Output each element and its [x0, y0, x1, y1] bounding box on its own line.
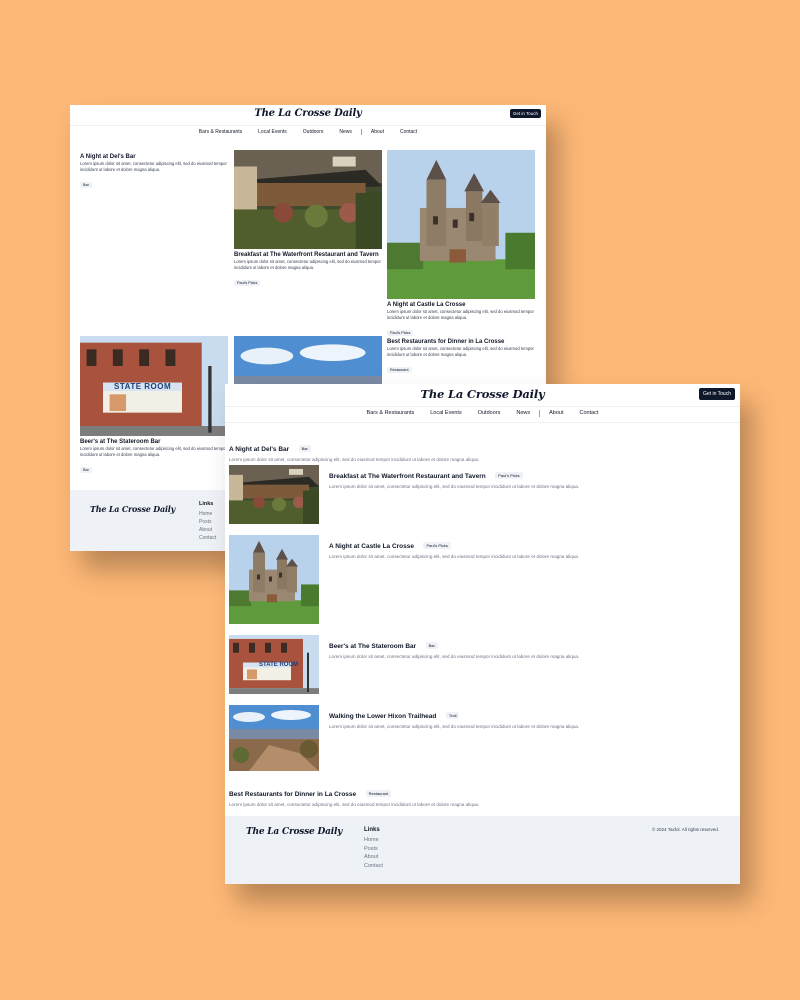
- footer-link-home[interactable]: Home: [364, 836, 383, 845]
- post-tag[interactable]: Restaurant: [387, 367, 412, 373]
- post-title[interactable]: Beer's at The Stateroom Bar: [329, 643, 416, 650]
- post-tag[interactable]: Bar: [80, 182, 92, 188]
- nav-local-events[interactable]: Local Events: [430, 410, 462, 416]
- footer-links-heading: Links: [199, 501, 214, 507]
- post-card-best-restaurants[interactable]: Best Restaurants for Dinner in La Crosse…: [387, 336, 535, 376]
- post-title[interactable]: A Night at Del's Bar: [80, 153, 228, 161]
- site-header: The La Crosse Daily Get in Touch: [225, 384, 740, 407]
- nav-bars-restaurants[interactable]: Bars & Restaurants: [367, 410, 415, 416]
- footer-link-contact[interactable]: Contact: [364, 862, 383, 871]
- nav-outdoors[interactable]: Outdoors: [303, 129, 324, 135]
- stateroom-photo[interactable]: STATE ROOM: [229, 635, 319, 694]
- castle-photo[interactable]: [387, 150, 535, 299]
- footer-links: Links Home Posts About Contact: [364, 827, 383, 870]
- site-logo[interactable]: The La Crosse Daily: [421, 387, 545, 401]
- nav-divider: [539, 409, 541, 417]
- post-excerpt: Lorem ipsum dolor sit amet, consectetur …: [329, 484, 580, 489]
- footer-link-contact[interactable]: Contact: [199, 534, 216, 542]
- footer-links-heading: Links: [364, 827, 380, 833]
- copyright-text: © 2024 Taxfol. All rights reserved.: [651, 827, 719, 832]
- footer-logo[interactable]: The La Crosse Daily: [246, 827, 342, 837]
- post-excerpt: Lorem ipsum dolor sit amet, consectetur …: [229, 457, 480, 462]
- post-card-castle[interactable]: A Night at Castle La Crosse Lorem ipsum …: [387, 150, 535, 339]
- post-tag[interactable]: Bar: [80, 467, 92, 473]
- nav-news[interactable]: News: [516, 410, 530, 416]
- footer-link-posts[interactable]: Posts: [364, 845, 383, 854]
- post-excerpt: Lorem ipsum dolor sit amet, consectetur …: [80, 446, 227, 457]
- nav-contact[interactable]: Contact: [400, 129, 417, 135]
- main-nav: Bars & Restaurants Local Events Outdoors…: [225, 407, 740, 419]
- main-nav: Bars & Restaurants Local Events Outdoors…: [70, 127, 546, 137]
- post-row-dels-bar[interactable]: A Night at Del's Bar Bar Lorem ipsum dol…: [229, 438, 736, 462]
- list-layout-screenshot: The La Crosse Daily Get in Touch Bars & …: [225, 384, 740, 884]
- nav-news[interactable]: News: [339, 129, 352, 135]
- nav-bars-restaurants[interactable]: Bars & Restaurants: [199, 129, 242, 135]
- post-tag[interactable]: Restaurant: [365, 790, 392, 797]
- post-excerpt: Lorem ipsum dolor sit amet, consectetur …: [329, 654, 580, 659]
- post-excerpt: Lorem ipsum dolor sit amet, consectetur …: [387, 309, 534, 320]
- post-tag[interactable]: Trail: [445, 712, 460, 719]
- footer-link-home[interactable]: Home: [199, 510, 216, 518]
- castle-photo[interactable]: [229, 535, 319, 624]
- footer-link-about[interactable]: About: [199, 526, 216, 534]
- post-title[interactable]: Walking the Lower Hixon Trailhead: [329, 713, 436, 720]
- post-title[interactable]: A Night at Castle La Crosse: [329, 543, 414, 550]
- post-title[interactable]: Best Restaurants for Dinner in La Crosse: [387, 338, 535, 346]
- post-row-stateroom[interactable]: STATE ROOM Beer's at The Stateroom Bar B…: [229, 635, 736, 695]
- post-excerpt: Lorem ipsum dolor sit amet, consectetur …: [229, 802, 480, 807]
- hixon-photo[interactable]: [229, 705, 319, 771]
- post-card-waterfront[interactable]: Breakfast at The Waterfront Restaurant a…: [234, 150, 382, 289]
- nav-about[interactable]: About: [549, 410, 563, 416]
- post-card-dels-bar[interactable]: A Night at Del's Bar Lorem ipsum dolor s…: [80, 151, 228, 191]
- post-tag[interactable]: Paul's Picks: [495, 472, 523, 479]
- post-tag[interactable]: Paul's Picks: [234, 280, 261, 286]
- post-excerpt: Lorem ipsum dolor sit amet, consectetur …: [329, 724, 580, 729]
- site-footer: The La Crosse Daily Links Home Posts Abo…: [225, 816, 740, 884]
- footer-link-posts[interactable]: Posts: [199, 518, 216, 526]
- stateroom-sign: STATE ROOM: [114, 382, 172, 391]
- post-title[interactable]: Breakfast at The Waterfront Restaurant a…: [329, 473, 486, 480]
- site-header: The La Crosse Daily Get in Touch: [70, 105, 546, 126]
- post-title[interactable]: A Night at Del's Bar: [229, 446, 289, 453]
- site-logo[interactable]: The La Crosse Daily: [254, 108, 362, 119]
- post-excerpt: Lorem ipsum dolor sit amet, consectetur …: [80, 161, 227, 172]
- page: { "brand": "The La Crosse Daily", "heade…: [0, 0, 800, 1000]
- header-divider: [225, 422, 740, 423]
- post-row-waterfront[interactable]: Breakfast at The Waterfront Restaurant a…: [229, 465, 736, 525]
- get-in-touch-button[interactable]: Get in Touch: [509, 109, 541, 118]
- get-in-touch-button[interactable]: Get in Touch: [699, 388, 735, 400]
- nav-about[interactable]: About: [371, 129, 384, 135]
- post-card-stateroom[interactable]: STATE ROOM Beer's at The Stateroom Bar L…: [80, 336, 228, 476]
- post-row-hixon[interactable]: Walking the Lower Hixon Trailhead Trail …: [229, 705, 736, 772]
- post-tag[interactable]: Paul's Picks: [423, 542, 451, 549]
- post-title[interactable]: Beer's at The Stateroom Bar: [80, 438, 228, 446]
- nav-contact[interactable]: Contact: [579, 410, 598, 416]
- post-title[interactable]: Best Restaurants for Dinner in La Crosse: [229, 791, 356, 798]
- stateroom-sign: STATE ROOM: [259, 662, 299, 668]
- post-title[interactable]: Breakfast at The Waterfront Restaurant a…: [234, 251, 382, 259]
- footer-logo[interactable]: The La Crosse Daily: [90, 504, 175, 514]
- nav-divider: [360, 129, 362, 135]
- post-excerpt: Lorem ipsum dolor sit amet, consectetur …: [329, 554, 580, 559]
- stateroom-photo[interactable]: STATE ROOM: [80, 336, 228, 436]
- post-tag[interactable]: Bar: [298, 445, 311, 452]
- footer-links: Links Home Posts About Contact: [199, 501, 216, 542]
- post-row-castle[interactable]: A Night at Castle La Crosse Paul's Picks…: [229, 535, 736, 625]
- nav-outdoors[interactable]: Outdoors: [478, 410, 501, 416]
- nav-local-events[interactable]: Local Events: [258, 129, 287, 135]
- post-title[interactable]: A Night at Castle La Crosse: [387, 301, 535, 309]
- waterfront-photo[interactable]: [234, 150, 382, 249]
- post-row-best-restaurants[interactable]: Best Restaurants for Dinner in La Crosse…: [229, 783, 736, 807]
- post-excerpt: Lorem ipsum dolor sit amet, consectetur …: [387, 346, 534, 357]
- post-excerpt: Lorem ipsum dolor sit amet, consectetur …: [234, 259, 381, 270]
- footer-link-about[interactable]: About: [364, 853, 383, 862]
- waterfront-photo[interactable]: [229, 465, 319, 524]
- post-tag[interactable]: Bar: [425, 642, 438, 649]
